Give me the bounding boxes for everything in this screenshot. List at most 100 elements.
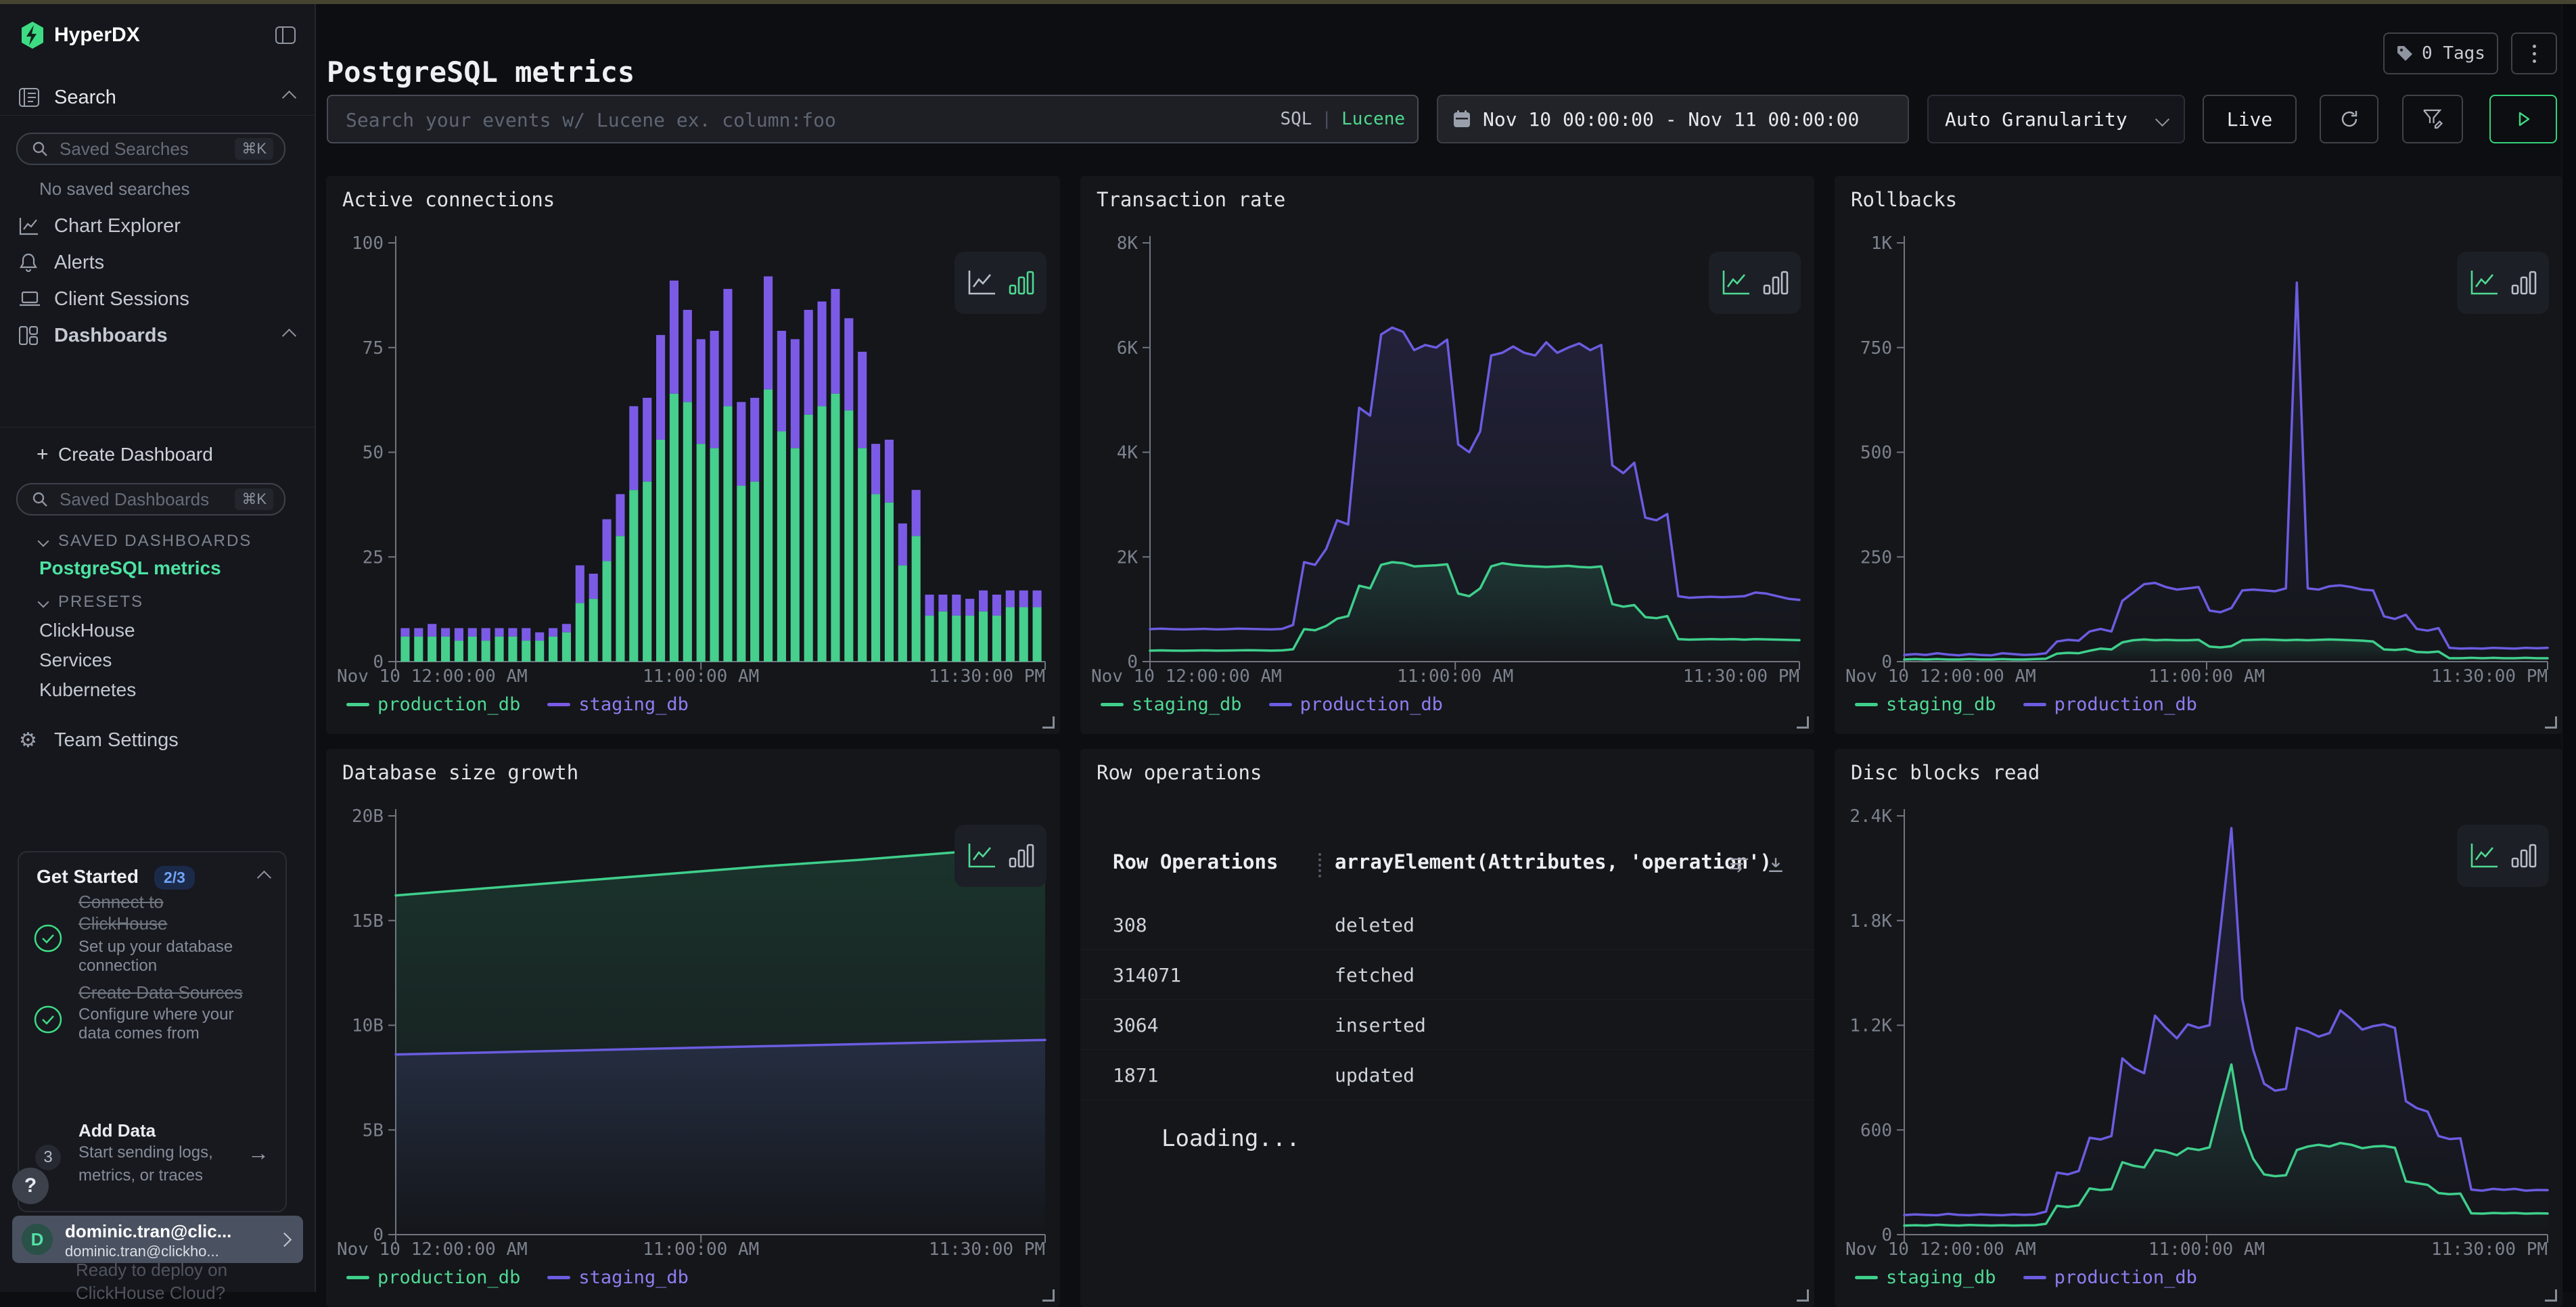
logo-row: HyperDX xyxy=(0,20,315,50)
saved-searches-input[interactable]: ⌘K xyxy=(16,133,285,165)
user-profile-chip[interactable]: D dominic.tran@clic... dominic.tran@clic… xyxy=(12,1216,303,1263)
date-range-picker[interactable]: Nov 10 00:00:00 - Nov 11 00:00:00 xyxy=(1437,95,1909,143)
svg-text:11:30:00 PM: 11:30:00 PM xyxy=(2431,666,2548,687)
resize-handle[interactable] xyxy=(1042,1289,1055,1302)
refresh-icon xyxy=(2339,108,2360,130)
table-row[interactable]: 308deleted xyxy=(1080,899,1814,950)
resize-handle[interactable] xyxy=(1042,716,1055,729)
play-icon xyxy=(2514,110,2532,128)
svg-text:250: 250 xyxy=(1860,547,1892,568)
legend-item[interactable]: production_db xyxy=(346,1267,520,1288)
svg-text:15B: 15B xyxy=(352,911,384,932)
table-row[interactable]: 1871updated xyxy=(1080,1049,1814,1100)
live-button[interactable]: Live xyxy=(2203,95,2297,143)
legend-item[interactable]: staging_db xyxy=(1855,1267,1996,1288)
search-icon xyxy=(31,140,49,158)
legend-item[interactable]: production_db xyxy=(2023,694,2197,715)
legend-item[interactable]: staging_db xyxy=(1855,694,1996,715)
saved-dashboards-field[interactable] xyxy=(58,488,216,511)
refresh-button[interactable] xyxy=(2320,95,2378,143)
filter-button[interactable] xyxy=(2402,95,2463,143)
bar-chart-icon[interactable] xyxy=(1762,269,1789,296)
column-header[interactable]: Row Operations xyxy=(1113,850,1278,873)
create-dashboard-button[interactable]: + Create Dashboard xyxy=(0,440,315,469)
chart-legend: staging_db production_db xyxy=(1855,694,2197,715)
chevron-up-icon xyxy=(282,90,296,104)
chart-canvas: 05B10B15B20BNov 10 12:00:00 AM11:00:00 A… xyxy=(326,749,1060,1263)
sidebar-item-chart-explorer[interactable]: Chart Explorer xyxy=(0,211,315,241)
line-chart-icon[interactable] xyxy=(966,842,997,869)
search-icon xyxy=(31,490,49,508)
progress-badge: 2/3 xyxy=(154,866,195,890)
saved-searches-field[interactable] xyxy=(58,138,216,160)
arrow-right-icon[interactable]: → xyxy=(248,1141,269,1166)
lucene-toggle[interactable]: Lucene xyxy=(1341,109,1405,129)
chart-canvas: 06001.2K1.8K2.4KNov 10 12:00:00 AM11:00:… xyxy=(1835,749,2562,1263)
sidebar-item-clickhouse[interactable]: ClickHouse xyxy=(39,620,135,641)
help-button[interactable]: ? xyxy=(12,1168,49,1204)
saved-dashboards-section[interactable]: SAVED DASHBOARDS xyxy=(39,532,252,551)
table-row[interactable]: 314071fetched xyxy=(1080,949,1814,1000)
sidebar-item-kubernetes[interactable]: Kubernetes xyxy=(39,679,136,701)
user-name: dominic.tran@clic... xyxy=(65,1221,231,1242)
saved-dashboards-input[interactable]: ⌘K xyxy=(16,483,285,515)
legend-item[interactable]: staging_db xyxy=(1101,694,1242,715)
line-chart-icon[interactable] xyxy=(2468,269,2500,296)
bar-chart-icon[interactable] xyxy=(1008,842,1035,869)
hyperdx-logo-icon xyxy=(19,20,46,50)
column-header[interactable]: arrayElement(Attributes, 'operation') xyxy=(1335,850,1772,873)
sidebar-item-services[interactable]: Services xyxy=(39,649,112,671)
event-search-input[interactable] xyxy=(344,96,1281,143)
sidebar-item-team-settings[interactable]: ⚙ Team Settings xyxy=(0,725,315,755)
svg-text:750: 750 xyxy=(1860,338,1892,359)
chart-type-toggle xyxy=(2457,825,2549,887)
sidebar-item-client-sessions[interactable]: Client Sessions xyxy=(0,284,315,314)
sidebar-item-alerts[interactable]: Alerts xyxy=(0,248,315,277)
granularity-select[interactable]: Auto Granularity xyxy=(1927,95,2185,143)
column-divider[interactable] xyxy=(1318,853,1321,877)
presets-section[interactable]: PRESETS xyxy=(39,593,143,612)
line-chart-icon[interactable] xyxy=(2468,842,2500,869)
download-icon[interactable] xyxy=(1767,856,1785,876)
chart-type-toggle xyxy=(2457,252,2549,314)
table-row[interactable]: 3064inserted xyxy=(1080,999,1814,1050)
task-title[interactable]: Create Data Sources xyxy=(78,982,243,1003)
bar-chart-icon[interactable] xyxy=(1008,269,1035,296)
sidebar-item-postgresql-metrics[interactable]: PostgreSQL metrics xyxy=(39,557,221,579)
task-title[interactable]: Connect to xyxy=(78,892,164,913)
scrollbar[interactable] xyxy=(2562,4,2576,1292)
resize-handle[interactable] xyxy=(1797,716,1809,729)
collapse-sidebar-icon[interactable] xyxy=(275,26,296,44)
sql-toggle[interactable]: SQL xyxy=(1280,109,1312,129)
chevron-right-icon xyxy=(277,1233,292,1247)
svg-text:2K: 2K xyxy=(1117,547,1138,568)
legend-item[interactable]: staging_db xyxy=(547,694,689,715)
resize-handle[interactable] xyxy=(2545,1289,2557,1302)
task-title[interactable]: ClickHouse xyxy=(78,913,168,934)
chart-explorer-icon xyxy=(19,216,39,235)
resize-handle[interactable] xyxy=(2545,716,2557,729)
sidebar-item-dashboards[interactable]: Dashboards xyxy=(0,321,315,350)
legend-item[interactable]: production_db xyxy=(1269,694,1443,715)
chevron-up-icon[interactable] xyxy=(257,871,271,885)
bar-chart-icon[interactable] xyxy=(2510,842,2537,869)
tags-button[interactable]: 0 Tags xyxy=(2383,32,2498,74)
run-query-button[interactable] xyxy=(2489,95,2557,143)
divider xyxy=(0,427,315,428)
legend-item[interactable]: production_db xyxy=(346,694,520,715)
legend-item[interactable]: staging_db xyxy=(547,1267,689,1288)
svg-text:75: 75 xyxy=(363,338,384,359)
open-in-search-icon[interactable] xyxy=(1729,856,1749,876)
bell-icon xyxy=(19,252,38,273)
sidebar-item-search[interactable]: Search xyxy=(0,83,315,112)
resize-handle[interactable] xyxy=(1797,1289,1809,1302)
svg-text:25: 25 xyxy=(363,547,384,568)
legend-item[interactable]: production_db xyxy=(2023,1267,2197,1288)
bar-chart-icon[interactable] xyxy=(2510,269,2537,296)
chart-canvas: 02505007501KNov 10 12:00:00 AM11:00:00 A… xyxy=(1835,176,2562,690)
chevron-down-icon xyxy=(2155,112,2169,126)
task-title[interactable]: Add Data xyxy=(78,1120,156,1141)
line-chart-icon[interactable] xyxy=(966,269,997,296)
kebab-menu-button[interactable] xyxy=(2511,32,2557,74)
line-chart-icon[interactable] xyxy=(1720,269,1751,296)
